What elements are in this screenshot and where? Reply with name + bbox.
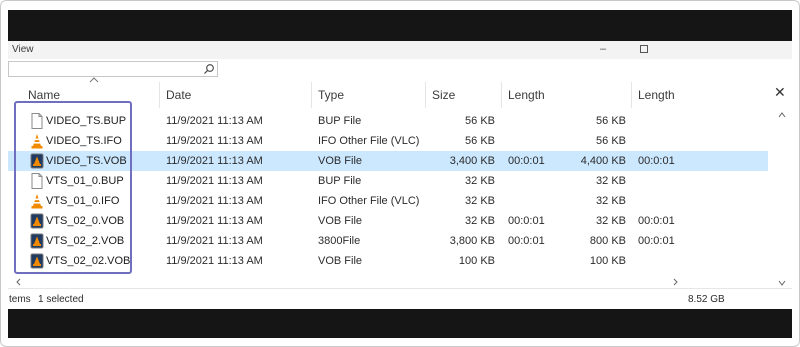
cell-date: 11/9/2021 11:13 AM	[166, 135, 263, 147]
cell-length2	[638, 171, 698, 191]
cell-size: 56 KB	[465, 115, 495, 127]
cell-size: 32 KB	[465, 195, 495, 207]
menu-view[interactable]: View	[12, 44, 34, 55]
cell-size2: 800 KB	[589, 235, 626, 247]
cell-size: 3,800 KB	[449, 235, 495, 247]
column-header-type[interactable]: Type	[312, 82, 426, 108]
cell-size: 100 KB	[458, 255, 495, 267]
cell-size: 32 KB	[465, 175, 495, 187]
cell-date: 11/9/2021 11:13 AM	[166, 195, 263, 207]
maximize-icon	[640, 45, 648, 53]
close-icon[interactable]: ✕	[774, 84, 786, 101]
highlight-box	[14, 101, 132, 274]
column-header-date[interactable]: Date	[160, 82, 312, 108]
cell-length2	[638, 251, 698, 271]
cell-length2	[638, 111, 698, 131]
cell-size2: 32 KB	[596, 215, 626, 227]
column-header-length-2[interactable]: Length	[632, 82, 770, 108]
cell-size2: 56 KB	[596, 115, 626, 127]
vertical-scrollbar[interactable]	[776, 110, 788, 288]
status-bar	[8, 288, 792, 310]
maximize-button[interactable]	[637, 43, 651, 55]
top-dark-bar	[8, 10, 792, 41]
cell-date: 11/9/2021 11:13 AM	[166, 115, 263, 127]
cell-size2: 56 KB	[596, 135, 626, 147]
column-header-size[interactable]: Size	[426, 82, 502, 108]
cell-date: 11/9/2021 11:13 AM	[166, 215, 263, 227]
status-items: tems	[9, 294, 31, 305]
cell-size: 32 KB	[465, 215, 495, 227]
cell-date: 11/9/2021 11:13 AM	[166, 175, 263, 187]
cell-length2	[638, 131, 698, 151]
horizontal-scrollbar[interactable]	[14, 277, 680, 287]
search-input[interactable]	[8, 61, 218, 77]
cell-size2: 4,400 KB	[580, 155, 626, 167]
cell-length2: 00:0:01	[638, 235, 675, 247]
cell-size2: 32 KB	[596, 175, 626, 187]
cell-date: 11/9/2021 11:13 AM	[166, 155, 263, 167]
status-free-space: 8.52 GB	[688, 294, 725, 305]
cell-size2: 100 KB	[589, 255, 626, 267]
column-header-length[interactable]: Length	[502, 82, 632, 108]
cell-length2: 00:0:01	[638, 155, 675, 167]
cell-date: 11/9/2021 11:13 AM	[166, 255, 263, 267]
cell-length2: 00:0:01	[638, 215, 675, 227]
status-selected: 1 selected	[38, 294, 84, 305]
cell-size: 3,400 KB	[449, 155, 495, 167]
ribbon	[8, 41, 792, 59]
bottom-dark-bar	[8, 309, 792, 338]
minimize-button[interactable]: –	[596, 43, 610, 55]
search-icon[interactable]	[203, 63, 215, 75]
cell-date: 11/9/2021 11:13 AM	[166, 235, 263, 247]
cell-size2: 32 KB	[596, 195, 626, 207]
cell-length2	[638, 191, 698, 211]
cell-size: 56 KB	[465, 135, 495, 147]
